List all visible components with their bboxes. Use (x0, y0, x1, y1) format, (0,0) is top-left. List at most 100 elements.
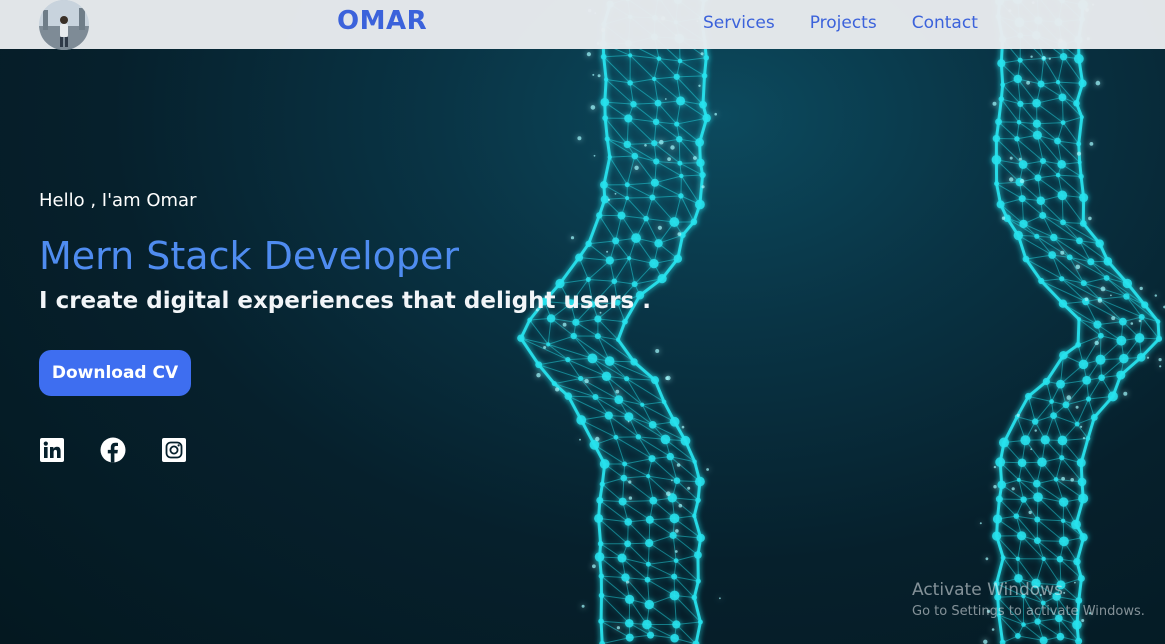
mesh-node (1085, 436, 1091, 441)
mesh-node (645, 539, 654, 548)
mesh-line (1083, 277, 1107, 284)
mesh-node (1040, 435, 1050, 445)
mesh-node (1059, 455, 1065, 461)
sparkle (678, 503, 683, 508)
nav-link-projects[interactable]: Projects (810, 13, 877, 33)
sparkle (1138, 319, 1142, 323)
mesh-line (622, 500, 654, 503)
mesh-node (995, 495, 1003, 503)
mesh-node (1017, 100, 1024, 108)
linkedin-link[interactable] (39, 437, 65, 463)
mesh-node (575, 253, 584, 262)
watermark-subtitle: Go to Settings to activate Windows. (912, 604, 1145, 619)
mesh-line (579, 257, 610, 262)
mesh-node (570, 332, 577, 340)
mesh-node (604, 411, 613, 420)
mesh-node (1018, 195, 1026, 203)
mesh-node (622, 318, 628, 325)
mesh-node (1058, 93, 1067, 102)
mesh-node (1057, 435, 1068, 446)
sparkle (675, 529, 679, 533)
sparkle (1048, 57, 1051, 60)
mesh-node (1155, 335, 1163, 342)
mesh-line (559, 257, 580, 284)
sparkle (1076, 151, 1082, 156)
mesh-line (676, 480, 699, 501)
mesh-line (1027, 396, 1036, 422)
mesh-node (672, 620, 681, 629)
sparkle (1016, 413, 1020, 417)
mesh-node (996, 200, 1005, 209)
download-cv-button[interactable]: Download CV (39, 350, 191, 396)
mesh-line (633, 102, 659, 105)
facebook-link[interactable] (100, 437, 126, 463)
mesh-node (640, 402, 645, 407)
mesh-node (695, 578, 701, 584)
mesh-node (624, 376, 630, 382)
mesh-node (696, 533, 705, 543)
mesh-node (624, 540, 632, 548)
mesh-line (615, 436, 653, 460)
instagram-link[interactable] (161, 437, 187, 463)
mesh-node (618, 497, 627, 506)
mesh-node (1019, 219, 1028, 229)
mesh-node (1032, 119, 1041, 128)
mesh-line (637, 436, 653, 459)
avatar[interactable] (39, 0, 89, 50)
mesh-line (627, 184, 653, 198)
sparkle (1110, 294, 1112, 297)
mesh-node (1059, 350, 1068, 360)
mesh-line (676, 117, 707, 125)
mesh-node (1057, 160, 1066, 169)
sparkle (676, 463, 681, 467)
mesh-node (617, 553, 627, 563)
sparkle (1089, 142, 1094, 146)
mesh-line (614, 280, 635, 285)
mesh-node (1079, 193, 1089, 203)
mesh-line (648, 563, 675, 578)
mesh-node (631, 233, 641, 243)
sparkle (706, 468, 709, 471)
mesh-node (1034, 618, 1041, 625)
mesh-node (622, 461, 628, 467)
mesh-node (1073, 100, 1080, 107)
mesh-node (1138, 313, 1145, 320)
nav-link-services[interactable]: Services (703, 13, 775, 33)
mesh-node (1116, 370, 1126, 380)
mesh-node (624, 182, 630, 188)
mesh-node (1017, 531, 1027, 541)
sparkle (1009, 177, 1014, 182)
sparkle (693, 156, 697, 160)
sparkle (626, 580, 629, 584)
mesh-node (695, 138, 705, 147)
nav-link-contact[interactable]: Contact (912, 13, 978, 33)
sparkle (562, 322, 567, 327)
mesh-node (680, 435, 691, 446)
sparkle (670, 145, 675, 150)
sparkle (644, 144, 647, 147)
brand-logo-text[interactable]: OMAR (337, 6, 427, 36)
sparkle (579, 438, 581, 441)
main-nav: Services Projects Contact (703, 13, 978, 33)
mesh-node (598, 573, 605, 579)
mesh-node (1095, 354, 1106, 365)
mesh-node (624, 518, 633, 526)
mesh-node (565, 357, 571, 363)
sparkle (1011, 487, 1015, 491)
mesh-node (602, 115, 609, 121)
mesh-node (1033, 492, 1043, 502)
sparkle (1009, 156, 1013, 160)
mesh-line (601, 483, 623, 502)
mesh-node (697, 619, 703, 625)
mesh-line (1016, 515, 1038, 521)
mesh-node (1078, 173, 1084, 180)
mesh-node (1056, 632, 1065, 641)
mesh-node (546, 342, 551, 347)
mesh-node (1038, 277, 1045, 285)
mesh-line (649, 519, 674, 536)
mesh-node (696, 158, 705, 168)
hero-tagline: I create digital experiences that deligh… (39, 288, 651, 314)
mesh-node (1076, 458, 1086, 468)
portfolio-page: OMAR Services Projects Contact Hello , I… (0, 0, 1165, 644)
sparkle (595, 436, 600, 442)
